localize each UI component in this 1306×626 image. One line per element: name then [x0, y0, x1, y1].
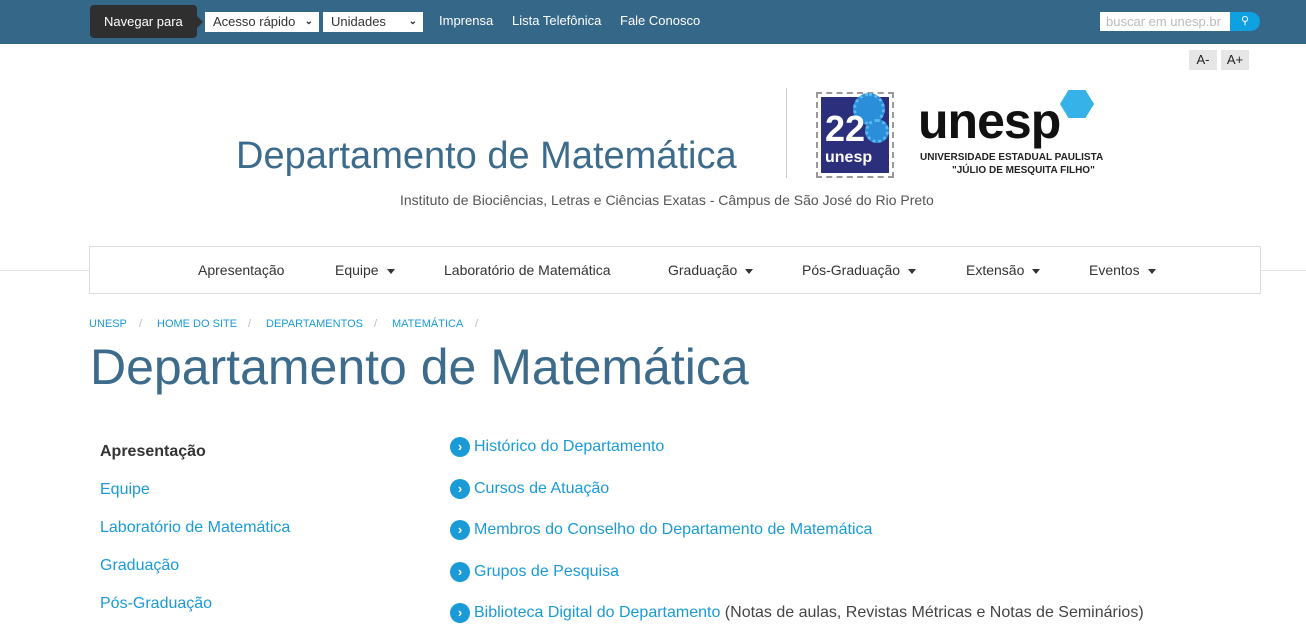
font-decrease-button[interactable]: A-	[1189, 50, 1217, 70]
link-grupos-pesquisa[interactable]: › Grupos de Pesquisa	[450, 562, 619, 582]
contact-link[interactable]: Fale Conosco	[620, 13, 700, 28]
breadcrumb-unesp[interactable]: UNESP	[89, 318, 127, 330]
page-title: Departamento de Matemática	[90, 339, 749, 395]
units-value: Unidades	[331, 14, 386, 29]
unesp-logo-mark	[1060, 90, 1094, 118]
unesp-logo: unesp	[918, 93, 1061, 149]
breadcrumb-separator: /	[475, 318, 479, 330]
menu-item-apresentacao[interactable]: Apresentação	[198, 262, 284, 278]
link-conselho[interactable]: › Membros do Conselho do Departamento de …	[450, 520, 872, 540]
search-button[interactable]: ⚲	[1230, 12, 1260, 31]
chevron-right-circle-icon: ›	[450, 479, 470, 499]
search-icon: ⚲	[1240, 15, 1250, 27]
breadcrumb-separator: /	[248, 318, 252, 330]
menu-item-graduacao[interactable]: Graduação	[668, 262, 754, 278]
sidebar-item-pos-graduacao[interactable]: Pós-Graduação	[100, 595, 212, 613]
chevron-right-circle-icon: ›	[450, 437, 470, 457]
link-cursos[interactable]: › Cursos de Atuação	[450, 479, 609, 499]
phone-list-link[interactable]: Lista Telefônica	[512, 13, 601, 28]
chevron-right-circle-icon: ›	[450, 562, 470, 582]
breadcrumb-separator: /	[139, 318, 143, 330]
font-increase-button[interactable]: A+	[1221, 50, 1249, 70]
chevron-right-circle-icon: ›	[450, 520, 470, 540]
breadcrumb-separator: /	[374, 318, 378, 330]
sidebar-item-graduacao[interactable]: Graduação	[100, 557, 179, 575]
site-subtitle: Instituto de Biociências, Letras e Ciênc…	[400, 192, 934, 208]
sidebar-item-equipe[interactable]: Equipe	[100, 481, 150, 499]
breadcrumb-matematica[interactable]: MATEMÁTICA	[392, 318, 463, 330]
search-input[interactable]: buscar em unesp.br	[1100, 12, 1230, 31]
sidebar-item-laboratorio[interactable]: Laboratório de Matemática	[100, 519, 290, 537]
menu-item-laboratorio[interactable]: Laboratório de Matemática	[444, 262, 611, 278]
menu-item-extensao[interactable]: Extensão	[966, 262, 1041, 278]
sidebar-item-apresentacao[interactable]: Apresentação	[100, 443, 206, 461]
quick-access-select[interactable]: Acesso rápido ⌄	[205, 12, 319, 32]
breadcrumb-departamentos[interactable]: DEPARTAMENTOS	[266, 318, 363, 330]
menu-item-eventos[interactable]: Eventos	[1089, 262, 1156, 278]
link-historico[interactable]: › Histórico do Departamento	[450, 437, 664, 457]
breadcrumb-home[interactable]: HOME DO SITE	[157, 318, 237, 330]
chevron-down-icon: ⌄	[408, 16, 417, 27]
units-select[interactable]: Unidades ⌄	[323, 12, 423, 32]
navigate-to-label: Navegar para	[90, 5, 203, 38]
caret-down-icon	[1147, 268, 1156, 274]
chevron-down-icon: ⌄	[304, 16, 313, 27]
menu-item-equipe[interactable]: Equipe	[335, 262, 395, 278]
caret-down-icon	[745, 268, 754, 274]
caret-down-icon	[386, 268, 395, 274]
caret-down-icon	[1032, 268, 1041, 274]
unesp-22-stamp-logo: 22 unesp	[816, 92, 894, 178]
main-menu: Apresentação Equipe Laboratório de Matem…	[89, 246, 1261, 294]
top-bar: Navegar para Acesso rápido ⌄ Unidades ⌄ Im…	[0, 0, 1306, 44]
caret-down-icon	[908, 268, 917, 274]
divider	[786, 88, 787, 178]
menu-item-pos-graduacao[interactable]: Pós-Graduação	[802, 262, 917, 278]
site-title[interactable]: Departamento de Matemática	[236, 135, 737, 178]
quick-access-value: Acesso rápido	[213, 14, 296, 29]
logo-line2: "JÚLIO DE MESQUITA FILHO"	[952, 165, 1095, 176]
chevron-right-circle-icon: ›	[450, 603, 470, 623]
logo-line1: UNIVERSIDADE ESTADUAL PAULISTA	[920, 152, 1104, 163]
link-note: (Notas de aulas, Revistas Métricas e Not…	[720, 604, 1144, 621]
press-link[interactable]: Imprensa	[439, 13, 493, 28]
link-biblioteca[interactable]: › Biblioteca Digital do Departamento (Not…	[450, 603, 1144, 623]
